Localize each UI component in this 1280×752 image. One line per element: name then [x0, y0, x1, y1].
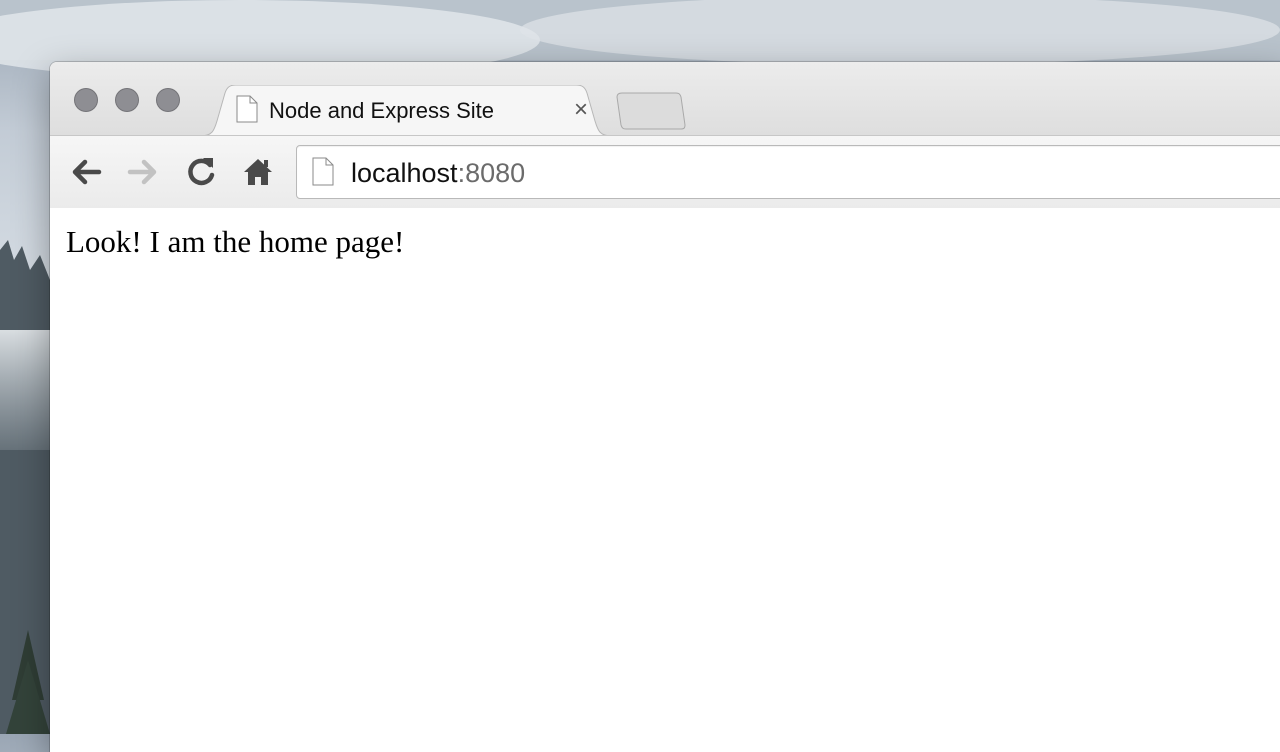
page-icon [312, 157, 334, 186]
url-host: localhost [351, 158, 458, 188]
address-bar[interactable]: localhost:8080 [296, 145, 1280, 199]
page-content: Look! I am the home page! [50, 208, 1280, 752]
reload-icon[interactable] [181, 152, 221, 192]
close-window-button[interactable] [74, 88, 98, 112]
arrow-right-icon[interactable] [123, 152, 163, 192]
tab-active[interactable]: Node and Express Site × [200, 85, 612, 137]
browser-window: Node and Express Site × localhost:8080 L… [50, 62, 1280, 752]
new-tab-button[interactable] [614, 92, 686, 130]
url-text[interactable]: localhost:8080 [351, 158, 525, 189]
close-tab-icon[interactable]: × [568, 97, 594, 123]
url-port: :8080 [457, 158, 526, 188]
page-icon [236, 95, 258, 123]
minimize-window-button[interactable] [115, 88, 139, 112]
maximize-window-button[interactable] [156, 88, 180, 112]
browser-toolbar: localhost:8080 [50, 135, 1280, 209]
page-text: Look! I am the home page! [66, 224, 405, 259]
arrow-left-icon[interactable] [66, 152, 106, 192]
home-icon[interactable] [238, 152, 278, 192]
tab-strip: Node and Express Site × [50, 62, 1280, 137]
tab-title: Node and Express Site [269, 98, 495, 123]
